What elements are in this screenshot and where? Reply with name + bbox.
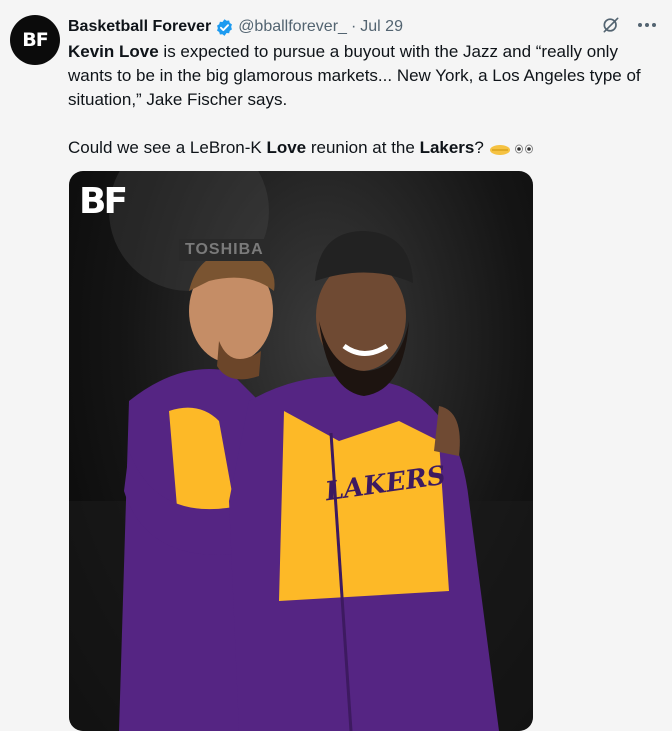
account-name[interactable]: Basketball Forever — [68, 15, 211, 39]
tweet-actions — [600, 14, 658, 36]
bold-love: Love — [266, 138, 307, 157]
tweet-paragraph-1: Kevin Love is expected to pursue a buyou… — [68, 40, 666, 112]
tweet-paragraph-2-text-a: Could we see a LeBron-K — [68, 138, 267, 157]
sponsor-sign: TOSHIBA — [179, 239, 270, 261]
more-icon[interactable] — [636, 14, 658, 36]
avatar[interactable]: BF — [10, 15, 60, 65]
players-photo — [69, 171, 533, 731]
tweet-header: Basketball Forever @bballforever_ · Jul … — [68, 15, 600, 39]
tweet-paragraph-2-text-b: reunion at the — [306, 138, 420, 157]
separator: · — [350, 18, 357, 35]
tweet-paragraph-2-text-c: ? — [474, 138, 484, 157]
bold-lakers: Lakers — [419, 138, 475, 157]
bf-logo: BF — [79, 181, 128, 222]
grok-icon[interactable] — [600, 14, 622, 36]
tweet-date[interactable]: Jul 29 — [360, 15, 403, 39]
tweet-text: Kevin Love is expected to pursue a buyou… — [68, 40, 666, 160]
verified-badge-icon[interactable] — [215, 18, 234, 37]
handshake-eyes-emoji-icon — [489, 141, 534, 157]
tweet-paragraph-2: Could we see a LeBron-K Love reunion at … — [68, 136, 666, 160]
account-handle[interactable]: @bballforever_ — [238, 15, 347, 39]
tweet-media-image[interactable]: BF TOSHIBA LAKERS — [69, 171, 533, 731]
mention-kevin-love: Kevin Love — [68, 42, 159, 61]
